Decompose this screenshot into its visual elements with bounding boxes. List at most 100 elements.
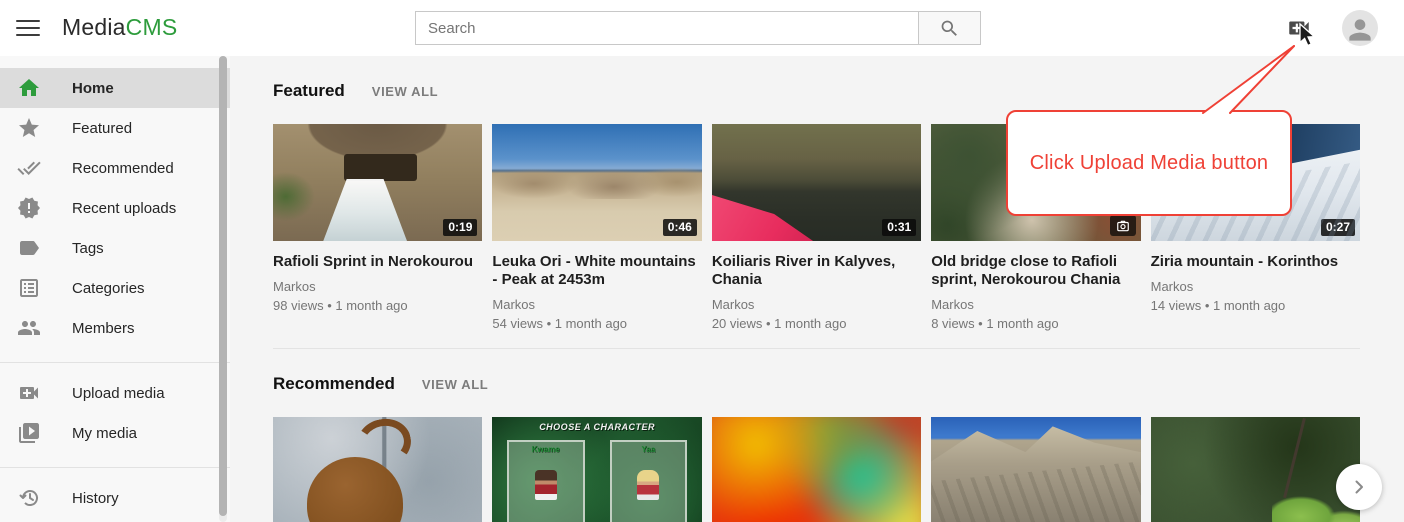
game-character-name: Yaa <box>612 445 685 454</box>
sidebar-item-label: Home <box>72 80 114 97</box>
game-character-sprite <box>535 470 557 500</box>
media-title[interactable]: Rafioli Sprint in Nerokourou <box>273 253 482 271</box>
sidebar-item-history[interactable]: History <box>0 478 230 518</box>
avatar[interactable] <box>1342 10 1378 46</box>
sidebar-scrollbar <box>219 56 227 522</box>
topbar-actions <box>1286 0 1378 56</box>
media-meta: 8 views • 1 month ago <box>931 316 1140 331</box>
media-thumbnail[interactable]: 0:46 <box>492 124 701 241</box>
sidebar-item-label: Categories <box>72 280 145 297</box>
section-separator <box>273 348 1360 349</box>
sidebar-scrollbar-thumb[interactable] <box>219 56 227 516</box>
sidebar-item-label: My media <box>72 425 137 442</box>
sidebar-divider <box>0 362 230 363</box>
categories-icon <box>17 276 41 300</box>
duration-badge: 0:31 <box>882 219 916 236</box>
media-card[interactable]: 0:46 Leuka Ori - White mountains - Peak … <box>492 124 701 331</box>
recommended-view-all-link[interactable]: VIEW ALL <box>422 377 488 392</box>
media-card[interactable]: 0:19 Rafioli Sprint in Nerokourou Markos… <box>273 124 482 331</box>
media-title[interactable]: Old bridge close to Rafioli sprint, Nero… <box>931 253 1140 289</box>
sidebar-item-label: Featured <box>72 120 132 137</box>
tutorial-callout: Click Upload Media button <box>1006 110 1292 216</box>
media-author[interactable]: Markos <box>931 297 1140 312</box>
media-thumbnail[interactable] <box>931 417 1140 522</box>
search-icon <box>939 18 960 39</box>
home-icon <box>17 76 41 100</box>
media-meta: 98 views • 1 month ago <box>273 298 482 313</box>
media-thumbnail[interactable]: 0:19 <box>273 124 482 241</box>
camera-icon <box>1110 215 1136 236</box>
sidebar: Home Featured Recommended Recent uploads… <box>0 56 230 522</box>
media-card[interactable] <box>931 417 1140 522</box>
media-thumbnail[interactable] <box>1151 417 1360 522</box>
media-meta: 20 views • 1 month ago <box>712 316 921 331</box>
media-thumbnail[interactable] <box>712 417 921 522</box>
sidebar-item-recent-uploads[interactable]: Recent uploads <box>0 188 230 228</box>
sidebar-item-label: Tags <box>72 240 104 257</box>
media-card[interactable]: 0:31 Koiliaris River in Kalyves, Chania … <box>712 124 921 331</box>
sidebar-item-my-media[interactable]: My media <box>0 413 230 453</box>
members-icon <box>17 316 41 340</box>
media-title[interactable]: Ziria mountain - Korinthos <box>1151 253 1360 271</box>
chevron-right-icon <box>1347 475 1371 499</box>
carousel-next-button[interactable] <box>1336 464 1382 510</box>
media-title[interactable]: Leuka Ori - White mountains - Peak at 24… <box>492 253 701 289</box>
new-releases-icon <box>17 196 41 220</box>
sidebar-item-label: Upload media <box>72 385 165 402</box>
topbar: MediaCMS <box>0 0 1404 56</box>
media-title[interactable]: Koiliaris River in Kalyves, Chania <box>712 253 921 289</box>
game-character-panel: Yaa <box>610 440 687 522</box>
sidebar-item-categories[interactable]: Categories <box>0 268 230 308</box>
media-author[interactable]: Markos <box>492 297 701 312</box>
duration-badge: 0:27 <box>1321 219 1355 236</box>
sidebar-item-members[interactable]: Members <box>0 308 230 348</box>
sidebar-item-label: Recommended <box>72 160 174 177</box>
sidebar-item-featured[interactable]: Featured <box>0 108 230 148</box>
media-meta: 14 views • 1 month ago <box>1151 298 1360 313</box>
logo[interactable]: MediaCMS <box>62 14 177 41</box>
media-thumbnail[interactable]: CHOOSE A CHARACTER Kwame Yaa Selected Se… <box>492 417 701 522</box>
media-author[interactable]: Markos <box>712 297 921 312</box>
media-card[interactable] <box>273 417 482 522</box>
media-thumbnail[interactable]: 0:31 <box>712 124 921 241</box>
sidebar-item-label: History <box>72 490 119 507</box>
logo-media: Media <box>62 14 126 40</box>
person-icon <box>1344 14 1376 46</box>
sidebar-item-upload-media[interactable]: Upload media <box>0 373 230 413</box>
sidebar-item-tags[interactable]: Tags <box>0 228 230 268</box>
sidebar-item-home[interactable]: Home <box>0 68 230 108</box>
upload-media-icon[interactable] <box>1286 15 1312 41</box>
featured-section-header: Featured VIEW ALL <box>273 81 1360 101</box>
menu-icon[interactable] <box>16 17 40 39</box>
double-check-icon <box>17 156 41 180</box>
search-button[interactable] <box>918 11 981 45</box>
featured-view-all-link[interactable]: VIEW ALL <box>372 84 438 99</box>
game-screen-title: CHOOSE A CHARACTER <box>492 422 701 432</box>
star-icon <box>17 116 41 140</box>
media-thumbnail[interactable] <box>273 417 482 522</box>
search-input[interactable] <box>415 11 918 45</box>
media-card[interactable] <box>712 417 921 522</box>
media-meta: 54 views • 1 month ago <box>492 316 701 331</box>
media-author[interactable]: Markos <box>1151 279 1360 294</box>
game-character-sprite <box>637 470 659 500</box>
duration-badge: 0:46 <box>663 219 697 236</box>
mediacms-app: MediaCMS Home Featured Recommended <box>0 0 1404 522</box>
sidebar-item-recommended[interactable]: Recommended <box>0 148 230 188</box>
upload-media-icon <box>17 381 41 405</box>
recommended-cards-row: CHOOSE A CHARACTER Kwame Yaa Selected Se… <box>273 417 1360 522</box>
sidebar-item-label: Recent uploads <box>72 200 176 217</box>
pumpkin-craft-art <box>307 457 403 522</box>
section-title: Recommended <box>273 374 395 394</box>
logo-cms: CMS <box>126 14 178 40</box>
game-character-panel: Kwame <box>507 440 584 522</box>
media-author[interactable]: Markos <box>273 279 482 294</box>
media-card[interactable] <box>1151 417 1360 522</box>
game-character-name: Kwame <box>509 445 582 454</box>
tag-icon <box>17 236 41 260</box>
history-icon <box>17 486 41 510</box>
searchbar <box>415 11 981 45</box>
my-media-icon <box>17 421 41 445</box>
media-card[interactable]: CHOOSE A CHARACTER Kwame Yaa Selected Se… <box>492 417 701 522</box>
sidebar-divider <box>0 467 230 468</box>
